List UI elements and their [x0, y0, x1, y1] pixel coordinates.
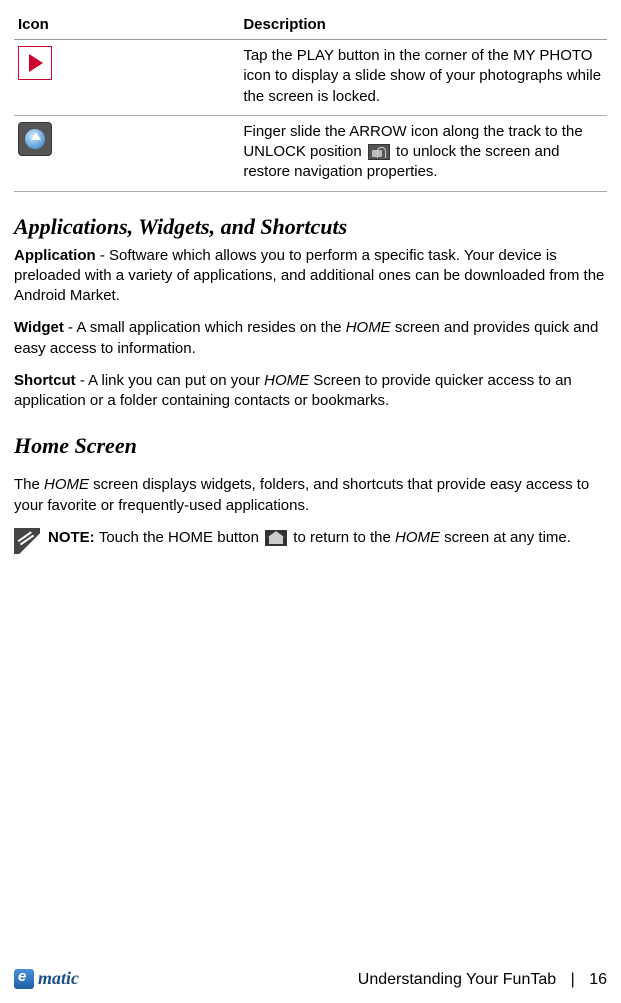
play-icon [18, 46, 52, 80]
note-label: NOTE: [48, 529, 99, 546]
section-heading-home-screen: Home Screen [14, 433, 607, 459]
home-italic: HOME [44, 476, 89, 493]
table-header-icon: Icon [14, 12, 239, 40]
table-row: Finger slide the ARROW icon along the tr… [14, 115, 607, 191]
home-italic: HOME [346, 319, 391, 336]
table-row: Tap the PLAY button in the corner of the… [14, 40, 607, 116]
note-post: screen at any time. [440, 529, 571, 546]
note-mid: to return to the [289, 529, 395, 546]
note-text: NOTE: Touch the HOME button to return to… [48, 528, 571, 548]
table-header-description: Description [239, 12, 607, 40]
paragraph-application: Application - Software which allows you … [14, 246, 607, 307]
note-pre: Touch the HOME button [99, 529, 263, 546]
text-pre: The [14, 476, 44, 493]
paragraph-home-intro: The HOME screen displays widgets, folder… [14, 475, 607, 516]
note-block: NOTE: Touch the HOME button to return to… [14, 528, 607, 554]
table-cell-description: Finger slide the ARROW icon along the tr… [239, 115, 607, 191]
brand-logo: matic [14, 968, 79, 989]
text-post: screen displays widgets, folders, and sh… [14, 476, 589, 513]
term-shortcut: Shortcut [14, 372, 76, 389]
table-cell-description: Tap the PLAY button in the corner of the… [239, 40, 607, 116]
section-heading-applications: Applications, Widgets, and Shortcuts [14, 214, 607, 240]
text-pre: - A small application which resides on t… [64, 319, 346, 336]
logo-text: matic [38, 968, 79, 989]
logo-badge-icon [14, 969, 34, 989]
home-italic: HOME [264, 372, 309, 389]
term-widget: Widget [14, 319, 64, 336]
definition-application: - Software which allows you to perform a… [14, 247, 604, 305]
icon-description-table: Icon Description Tap the PLAY button in … [14, 12, 607, 192]
arrow-up-icon [18, 122, 52, 156]
home-button-icon [265, 530, 287, 546]
unlock-icon [368, 144, 390, 160]
term-application: Application [14, 247, 96, 264]
paragraph-widget: Widget - A small application which resid… [14, 318, 607, 359]
text-pre: - A link you can put on your [76, 372, 264, 389]
page-footer: matic Understanding Your FunTab | 16 [14, 968, 607, 989]
footer-separator: | [571, 971, 575, 988]
footer-right: Understanding Your FunTab | 16 [358, 971, 607, 989]
chapter-title: Understanding Your FunTab [358, 971, 556, 988]
paragraph-shortcut: Shortcut - A link you can put on your HO… [14, 371, 607, 412]
page-number: 16 [589, 971, 607, 988]
home-italic: HOME [395, 529, 440, 546]
note-icon [14, 528, 40, 554]
